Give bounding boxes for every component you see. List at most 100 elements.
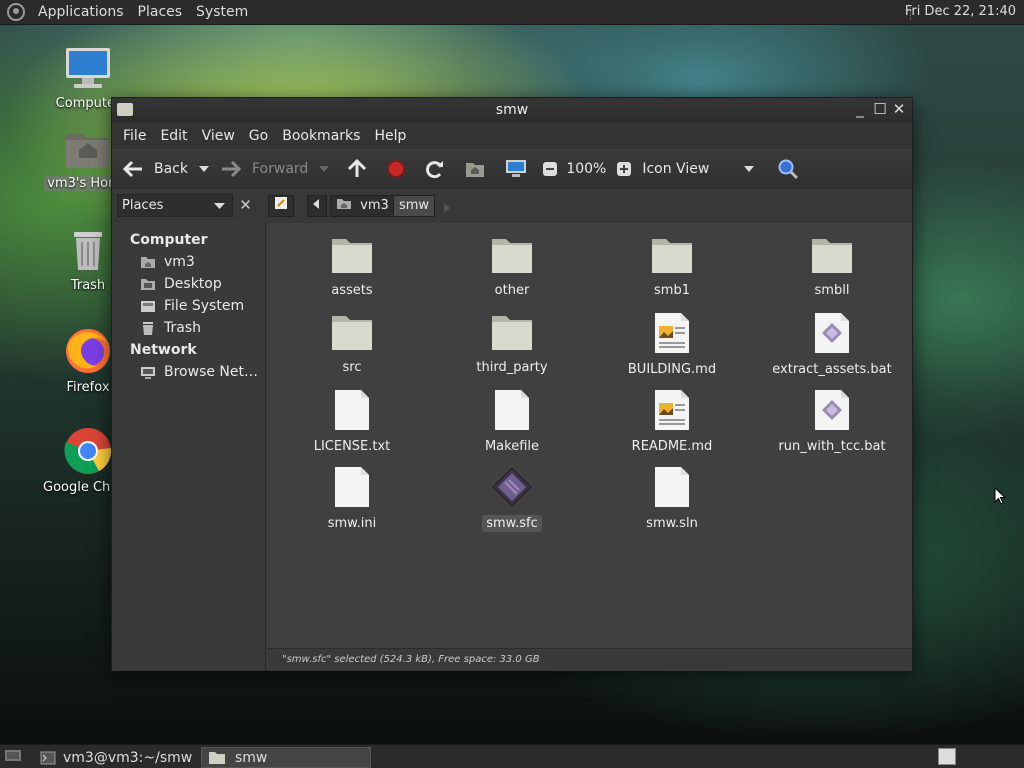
stop-button[interactable] — [386, 159, 406, 179]
window-title: smw — [495, 102, 529, 118]
file-item-readme-md[interactable]: README.md — [597, 389, 747, 455]
back-history-dropdown[interactable] — [198, 165, 210, 173]
view-mode-label: Icon View — [642, 160, 710, 177]
breadcrumb-vm3[interactable]: vm3 — [330, 195, 395, 217]
file-icon-view: assets other smb1 smbll src third_party — [267, 223, 912, 648]
sidebar-item-desktop[interactable]: Desktop — [112, 273, 265, 295]
drive-icon — [141, 300, 155, 312]
edit-icon — [275, 197, 287, 209]
firefox-icon — [66, 329, 110, 373]
menu-system[interactable]: System — [189, 4, 255, 20]
sidebar-item-label: Browse Net… — [164, 364, 259, 380]
close-sidebar-button[interactable]: ✕ — [235, 194, 256, 217]
file-item-smb1[interactable]: smb1 — [597, 235, 747, 299]
file-item-run-with-tcc-bat[interactable]: run_with_tcc.bat — [757, 389, 907, 455]
file-item-smw-sln[interactable]: smw.sln — [597, 466, 747, 532]
script-file-icon — [815, 313, 849, 353]
distro-logo-icon[interactable] — [7, 3, 25, 21]
chevron-down-icon — [214, 203, 225, 209]
home-folder-icon — [66, 134, 110, 168]
folder-icon — [209, 751, 225, 764]
home-folder-icon — [337, 199, 351, 209]
chevron-down-icon — [744, 165, 755, 172]
window-titlebar[interactable]: smw _ ☐ ✕ — [112, 98, 912, 123]
sidebar-item-file-system[interactable]: File System — [112, 295, 265, 317]
script-file-icon — [815, 390, 849, 430]
file-item-makefile[interactable]: Makefile — [437, 389, 587, 455]
back-label: Back — [154, 160, 188, 177]
workspace-switcher[interactable] — [938, 748, 956, 765]
search-button[interactable] — [777, 158, 799, 180]
up-button[interactable] — [346, 158, 368, 179]
file-item-smw-sfc[interactable]: smw.sfc — [437, 466, 587, 532]
maximize-icon[interactable]: ☐ — [872, 101, 888, 117]
file-name: README.md — [631, 439, 713, 454]
folder-icon — [812, 239, 852, 273]
file-item-extract-assets-bat[interactable]: extract_assets.bat — [757, 312, 907, 378]
zoom-level: 100% — [566, 160, 607, 177]
file-item-building-md[interactable]: BUILDING.md — [597, 312, 747, 378]
view-mode-select[interactable]: Icon View — [642, 161, 755, 177]
chevron-left-icon — [313, 199, 319, 209]
chrome-icon — [64, 428, 112, 474]
file-name: smw.sfc — [482, 515, 542, 532]
folder-icon — [332, 316, 372, 350]
places-selector[interactable]: Places — [117, 194, 233, 217]
menu-places[interactable]: Places — [131, 4, 190, 20]
file-item-src[interactable]: src — [277, 312, 427, 376]
desktop-folder-icon — [141, 278, 155, 290]
clock[interactable]: Fri Dec 22, 21:40 — [905, 4, 1016, 19]
file-name: smw.ini — [327, 516, 377, 531]
file-name: Makefile — [484, 439, 540, 454]
menu-applications[interactable]: Applications — [31, 4, 131, 20]
menu-file[interactable]: File — [116, 128, 153, 144]
file-item-smbll[interactable]: smbll — [757, 235, 907, 299]
sidebar-item-trash[interactable]: Trash — [112, 317, 265, 339]
taskbar-item-terminal[interactable]: vm3@vm3:~/smw — [34, 747, 198, 768]
forward-label: Forward — [252, 160, 309, 177]
home-button[interactable] — [464, 160, 486, 178]
file-item-smw-ini[interactable]: smw.ini — [277, 466, 427, 532]
breadcrumb-scroll-right[interactable] — [443, 202, 451, 217]
file-item-license-txt[interactable]: LICENSE.txt — [277, 389, 427, 455]
breadcrumb-smw[interactable]: smw — [393, 195, 436, 217]
minimize-icon[interactable]: _ — [852, 101, 868, 117]
toggle-location-entry-button[interactable] — [268, 195, 294, 217]
reload-icon — [426, 160, 444, 178]
menu-bookmarks[interactable]: Bookmarks — [275, 128, 367, 144]
close-icon[interactable]: ✕ — [891, 101, 907, 117]
taskbar-item-label: smw — [235, 749, 268, 766]
menu-go[interactable]: Go — [242, 128, 275, 144]
arrow-left-icon — [122, 160, 142, 177]
bottom-taskbar: vm3@vm3:~/smw smw — [0, 744, 1024, 768]
trash-icon — [74, 232, 102, 270]
back-button[interactable]: Back — [122, 160, 188, 178]
file-name: third_party — [476, 360, 548, 375]
breadcrumb-scroll-left[interactable] — [307, 195, 327, 217]
network-icon — [141, 366, 155, 379]
show-desktop-button[interactable] — [4, 749, 22, 768]
computer-button[interactable] — [504, 159, 528, 179]
forward-history-dropdown[interactable] — [318, 165, 330, 173]
menu-help[interactable]: Help — [367, 128, 413, 144]
arrow-up-icon — [348, 158, 367, 177]
reload-button[interactable] — [424, 159, 446, 179]
sidebar-item-browse-network[interactable]: Browse Net… — [112, 361, 265, 383]
menu-edit[interactable]: Edit — [153, 128, 194, 144]
taskbar-item-file-manager[interactable]: smw — [201, 747, 371, 768]
desktop-icon-label: Firefox — [66, 380, 110, 395]
home-folder-icon — [141, 256, 155, 268]
forward-button[interactable]: Forward — [220, 160, 308, 178]
menu-view[interactable]: View — [195, 128, 242, 144]
sidebar-section-computer: Computer — [130, 232, 208, 248]
desktop-icon-label: Trash — [70, 278, 106, 293]
top-panel: Applications Places System Fri Dec 22, 2… — [0, 0, 1024, 25]
trash-icon — [143, 321, 153, 335]
zoom-out-button[interactable] — [542, 161, 558, 177]
sidebar-item-vm3[interactable]: vm3 — [112, 251, 265, 273]
file-item-other[interactable]: other — [437, 235, 587, 299]
zoom-in-button[interactable] — [616, 161, 632, 177]
chevron-down-icon — [319, 165, 330, 172]
file-item-third-party[interactable]: third_party — [437, 312, 587, 376]
file-item-assets[interactable]: assets — [277, 235, 427, 299]
